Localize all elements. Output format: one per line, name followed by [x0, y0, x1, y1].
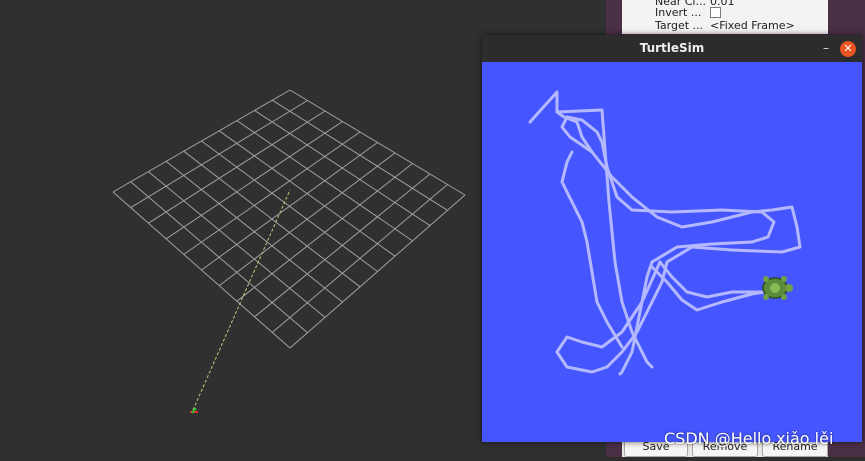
- property-row[interactable]: Target ... <Fixed Frame>: [622, 19, 828, 32]
- csdn-watermark: CSDN @Hello.xiǎo lěi: [664, 429, 834, 448]
- grid-lines: [112, 89, 466, 349]
- window-titlebar[interactable]: TurtleSim – ✕: [482, 35, 862, 62]
- property-name: Target ...: [655, 19, 704, 32]
- turtlesim-window[interactable]: TurtleSim – ✕: [482, 35, 862, 442]
- minimize-icon[interactable]: –: [816, 39, 836, 57]
- window-title: TurtleSim: [639, 41, 705, 55]
- property-row[interactable]: Invert ...: [622, 6, 828, 19]
- invert-checkbox[interactable]: [710, 7, 721, 18]
- property-name: Invert ...: [655, 6, 702, 19]
- property-value[interactable]: <Fixed Frame>: [710, 19, 795, 32]
- close-icon[interactable]: ✕: [840, 41, 856, 57]
- canvas-background: [482, 62, 862, 442]
- turtlesim-canvas[interactable]: [482, 62, 862, 442]
- display-properties: Near Cl... 0.01 Invert ... Target ... <F…: [622, 0, 828, 34]
